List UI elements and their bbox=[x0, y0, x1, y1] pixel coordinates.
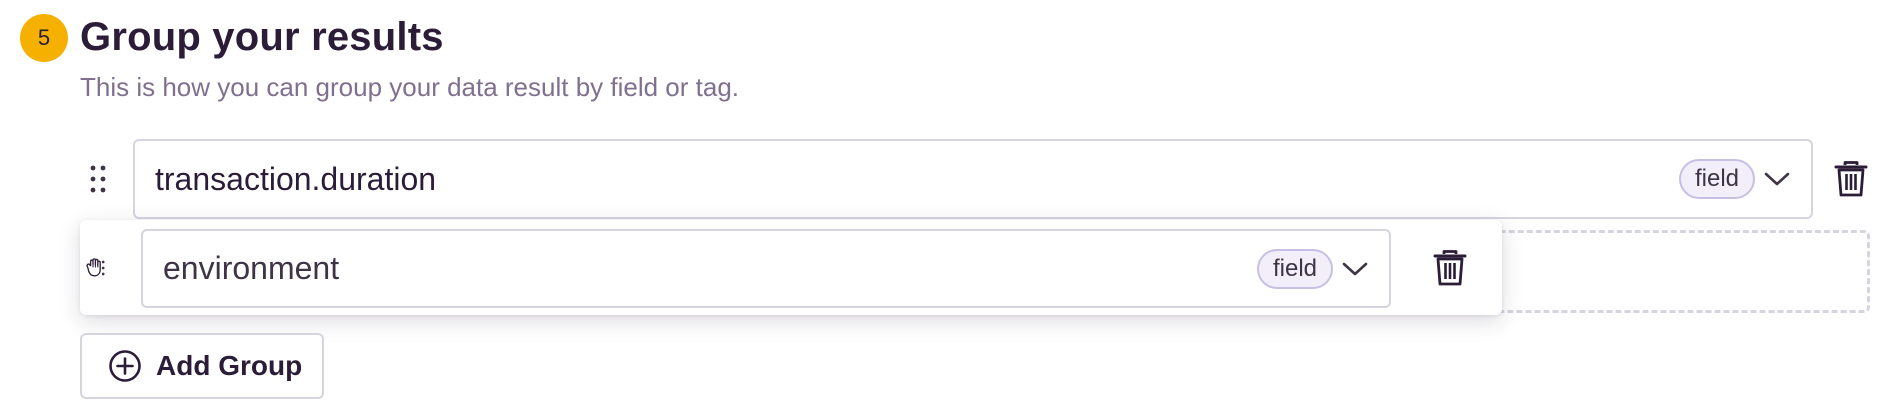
drag-handle-icon[interactable] bbox=[86, 163, 110, 195]
group-field-value: transaction.duration bbox=[155, 160, 437, 197]
group-results-section: 5 Group your results This is how you can… bbox=[0, 0, 1891, 415]
step-number: 5 bbox=[37, 25, 51, 50]
field-type-badge: field bbox=[1678, 159, 1755, 199]
field-type-badge: field bbox=[1256, 248, 1333, 289]
group-field-value: environment bbox=[163, 250, 340, 286]
grab-hand-icon[interactable] bbox=[84, 252, 108, 284]
chevron-down-icon[interactable] bbox=[1763, 170, 1791, 188]
plus-circle-icon bbox=[109, 350, 141, 382]
add-group-label: Add Group bbox=[156, 350, 303, 381]
step-number-badge: 5 bbox=[20, 14, 68, 62]
add-group-button[interactable]: Add Group bbox=[80, 333, 324, 399]
section-title: Group your results bbox=[80, 15, 444, 59]
trash-icon[interactable] bbox=[1834, 160, 1868, 198]
chevron-down-icon[interactable] bbox=[1341, 260, 1369, 278]
trash-icon[interactable] bbox=[1433, 249, 1467, 287]
group-field-select[interactable]: transaction.duration field bbox=[133, 139, 1813, 219]
dragging-group-row[interactable]: environment field bbox=[80, 220, 1502, 315]
section-subtitle: This is how you can group your data resu… bbox=[80, 72, 740, 102]
group-field-select[interactable]: environment field bbox=[141, 229, 1391, 308]
